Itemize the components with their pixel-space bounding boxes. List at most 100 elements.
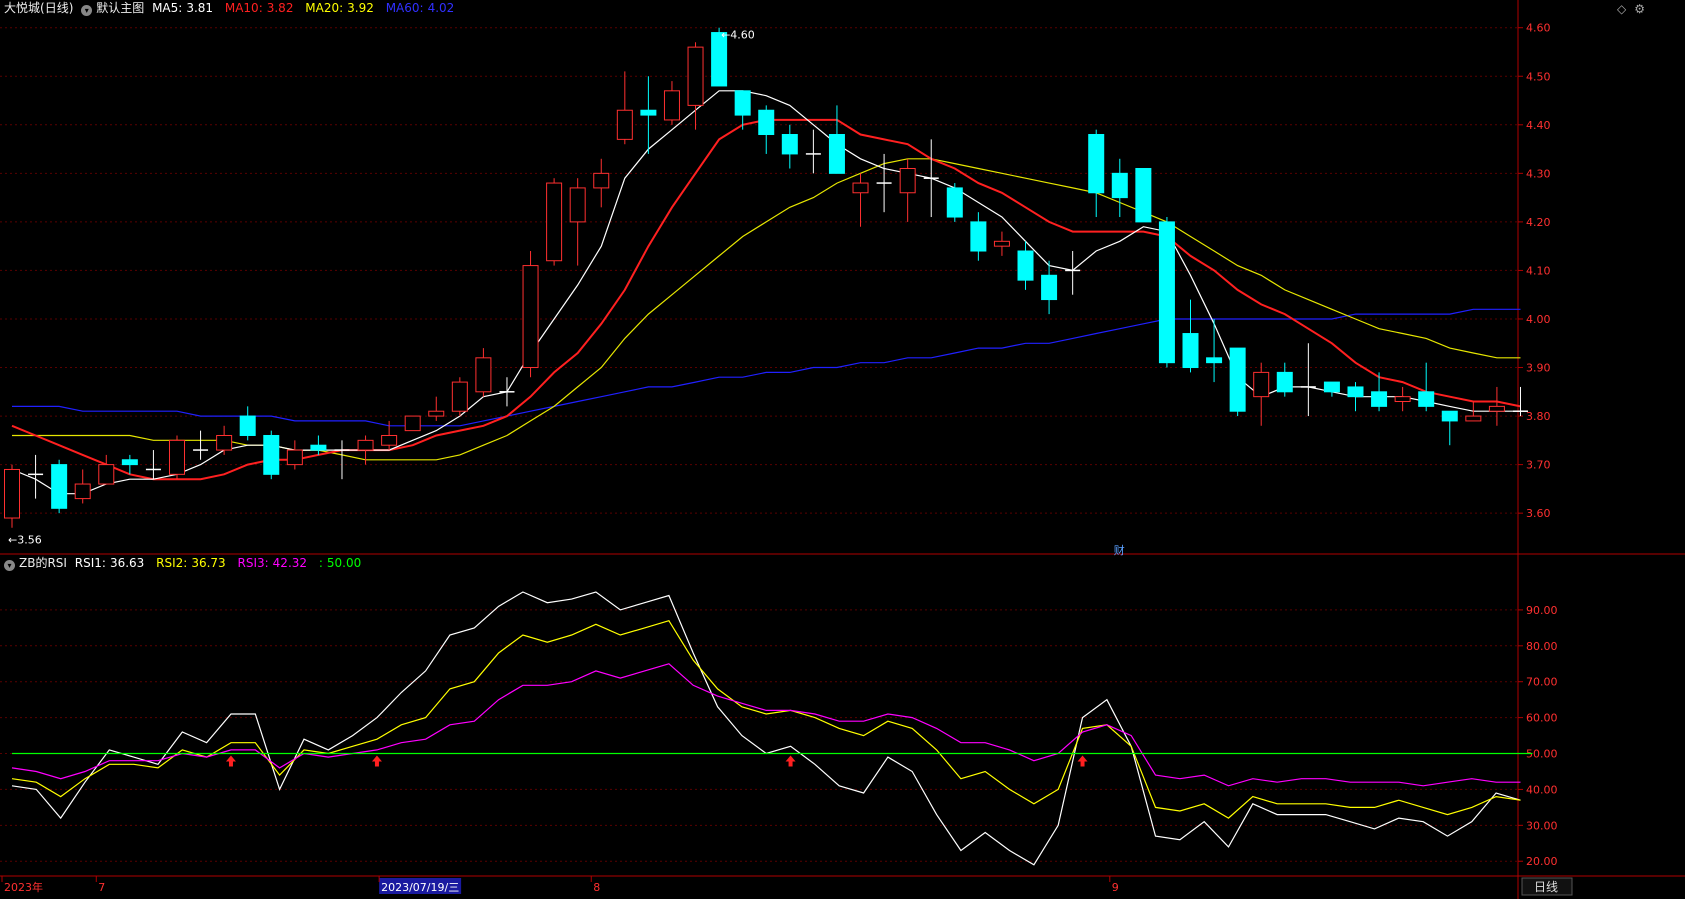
stock-chart[interactable]: 4.60 4.50 4.40 4.30 4.20 4.10 4.00 3.90 3.80 3.70… — [0, 0, 1685, 899]
candle — [404, 415, 421, 432]
candle-body — [4, 468, 20, 519]
candle — [640, 76, 657, 154]
candle-body — [1276, 371, 1293, 393]
time-label: 2023年 — [4, 880, 43, 894]
rsi-tick-label: 40.00 — [1526, 783, 1558, 796]
candle — [1182, 299, 1199, 373]
candle — [4, 464, 20, 528]
candle-body — [451, 381, 468, 412]
candle-body — [1347, 386, 1364, 398]
candle — [451, 377, 468, 417]
candle — [781, 124, 798, 169]
candle — [616, 71, 633, 145]
candle — [1229, 347, 1246, 417]
candle — [1347, 382, 1364, 412]
rsi-signal-arrows — [225, 755, 1088, 767]
price-tick-label: 4.60 — [1526, 22, 1551, 35]
rsi2-line — [11, 619, 1521, 819]
rsi-name[interactable]: ZB的RSI — [19, 556, 67, 570]
period-button-label: 日线 — [1534, 880, 1558, 894]
candle-body — [51, 464, 68, 509]
rsi-grid — [0, 609, 1518, 862]
candle — [828, 105, 845, 174]
time-axis: 2023年 7 2023/07/19/三 8 9 日线 — [1, 876, 1573, 896]
candle-body — [310, 444, 327, 451]
candle-body — [1323, 381, 1340, 393]
price-annotations: ←4.60 ←3.56 财 — [8, 29, 1125, 557]
up-arrow-icon — [1077, 755, 1088, 767]
candle — [1111, 158, 1128, 218]
candle — [98, 454, 115, 485]
candle-body — [546, 182, 563, 262]
candle-body — [569, 187, 586, 223]
candle — [805, 129, 821, 174]
candle-body — [1135, 167, 1152, 223]
rsi-header: ▾ ZB的RSI RSI1: 36.63 RSI2: 36.73 RSI3: 42.32… — [4, 555, 369, 571]
ma10-label: MA10: 3.82 — [224, 1, 294, 15]
candlesticks[interactable] — [4, 27, 1528, 528]
main-chart-header: 大悦城(日线) ▾ 默认主图 MA5: 3.81 MA10: 3.82 MA20: 3.… — [4, 0, 462, 16]
candle — [663, 81, 680, 125]
time-label: 9 — [1112, 881, 1119, 894]
candle — [758, 105, 775, 154]
rsi2-label: RSI2: 36.73 — [156, 556, 226, 570]
candle — [1323, 381, 1340, 397]
candle — [687, 42, 704, 130]
candle-body — [1017, 250, 1034, 281]
candle-body — [1088, 134, 1105, 194]
candle — [993, 231, 1010, 256]
candle-body — [663, 90, 680, 121]
stock-name[interactable]: 大悦城 — [4, 1, 40, 15]
price-tick-label: 4.00 — [1526, 313, 1551, 326]
rsi1-line — [11, 591, 1521, 866]
candle-body — [74, 483, 91, 500]
time-label: 8 — [593, 881, 600, 894]
rsi-tick-label: 70.00 — [1526, 676, 1558, 689]
candle-body — [1488, 405, 1505, 412]
candle — [193, 430, 209, 460]
candle — [852, 173, 869, 227]
candle-body — [98, 464, 115, 485]
up-arrow-icon — [371, 755, 382, 767]
circle-chevron-down-icon[interactable]: ▾ — [4, 560, 15, 571]
price-tick-label: 4.20 — [1526, 216, 1551, 229]
candle-body — [522, 265, 539, 369]
high-price-label: ←4.60 — [721, 29, 755, 42]
candle — [263, 430, 280, 480]
candle-body — [428, 410, 445, 417]
price-tick-label: 3.70 — [1526, 459, 1551, 472]
candle-body — [781, 134, 798, 155]
gear-icon[interactable]: ⚙ — [1634, 2, 1645, 16]
candle-body — [1253, 371, 1270, 398]
candle-body — [1229, 347, 1246, 412]
candle — [334, 440, 350, 480]
rsi-threshold-label: :50.00 — [318, 556, 362, 570]
price-tick-label: 4.30 — [1526, 167, 1551, 180]
circle-chevron-down-icon[interactable]: ▾ — [81, 5, 93, 16]
candle-body — [758, 109, 775, 136]
time-label: 2023/07/19/三 — [381, 881, 459, 894]
candle-body — [593, 172, 610, 189]
candle — [499, 377, 515, 407]
template-label[interactable]: 默认主图 — [96, 1, 144, 15]
header-corner-icons: ◇ ⚙ — [1609, 2, 1645, 16]
low-price-label: ←3.56 — [8, 534, 42, 547]
candle — [1394, 386, 1411, 412]
candle-body — [1182, 333, 1199, 369]
candle — [899, 158, 916, 222]
rsi-tick-label: 30.00 — [1526, 819, 1558, 832]
rsi-tick-label: 60.00 — [1526, 712, 1558, 725]
time-label: 7 — [98, 881, 105, 894]
candle-body — [286, 449, 303, 466]
candle-body — [239, 415, 256, 436]
diamond-icon[interactable]: ◇ — [1617, 2, 1626, 16]
candle-body — [1206, 357, 1223, 364]
candle — [1418, 362, 1435, 412]
candle — [168, 435, 185, 480]
candle-body — [1371, 391, 1388, 407]
candle-body — [828, 134, 845, 174]
ma60-label: MA60: 4.02 — [385, 1, 455, 15]
candle — [569, 178, 586, 266]
candle — [923, 139, 939, 218]
candle — [1088, 129, 1105, 218]
